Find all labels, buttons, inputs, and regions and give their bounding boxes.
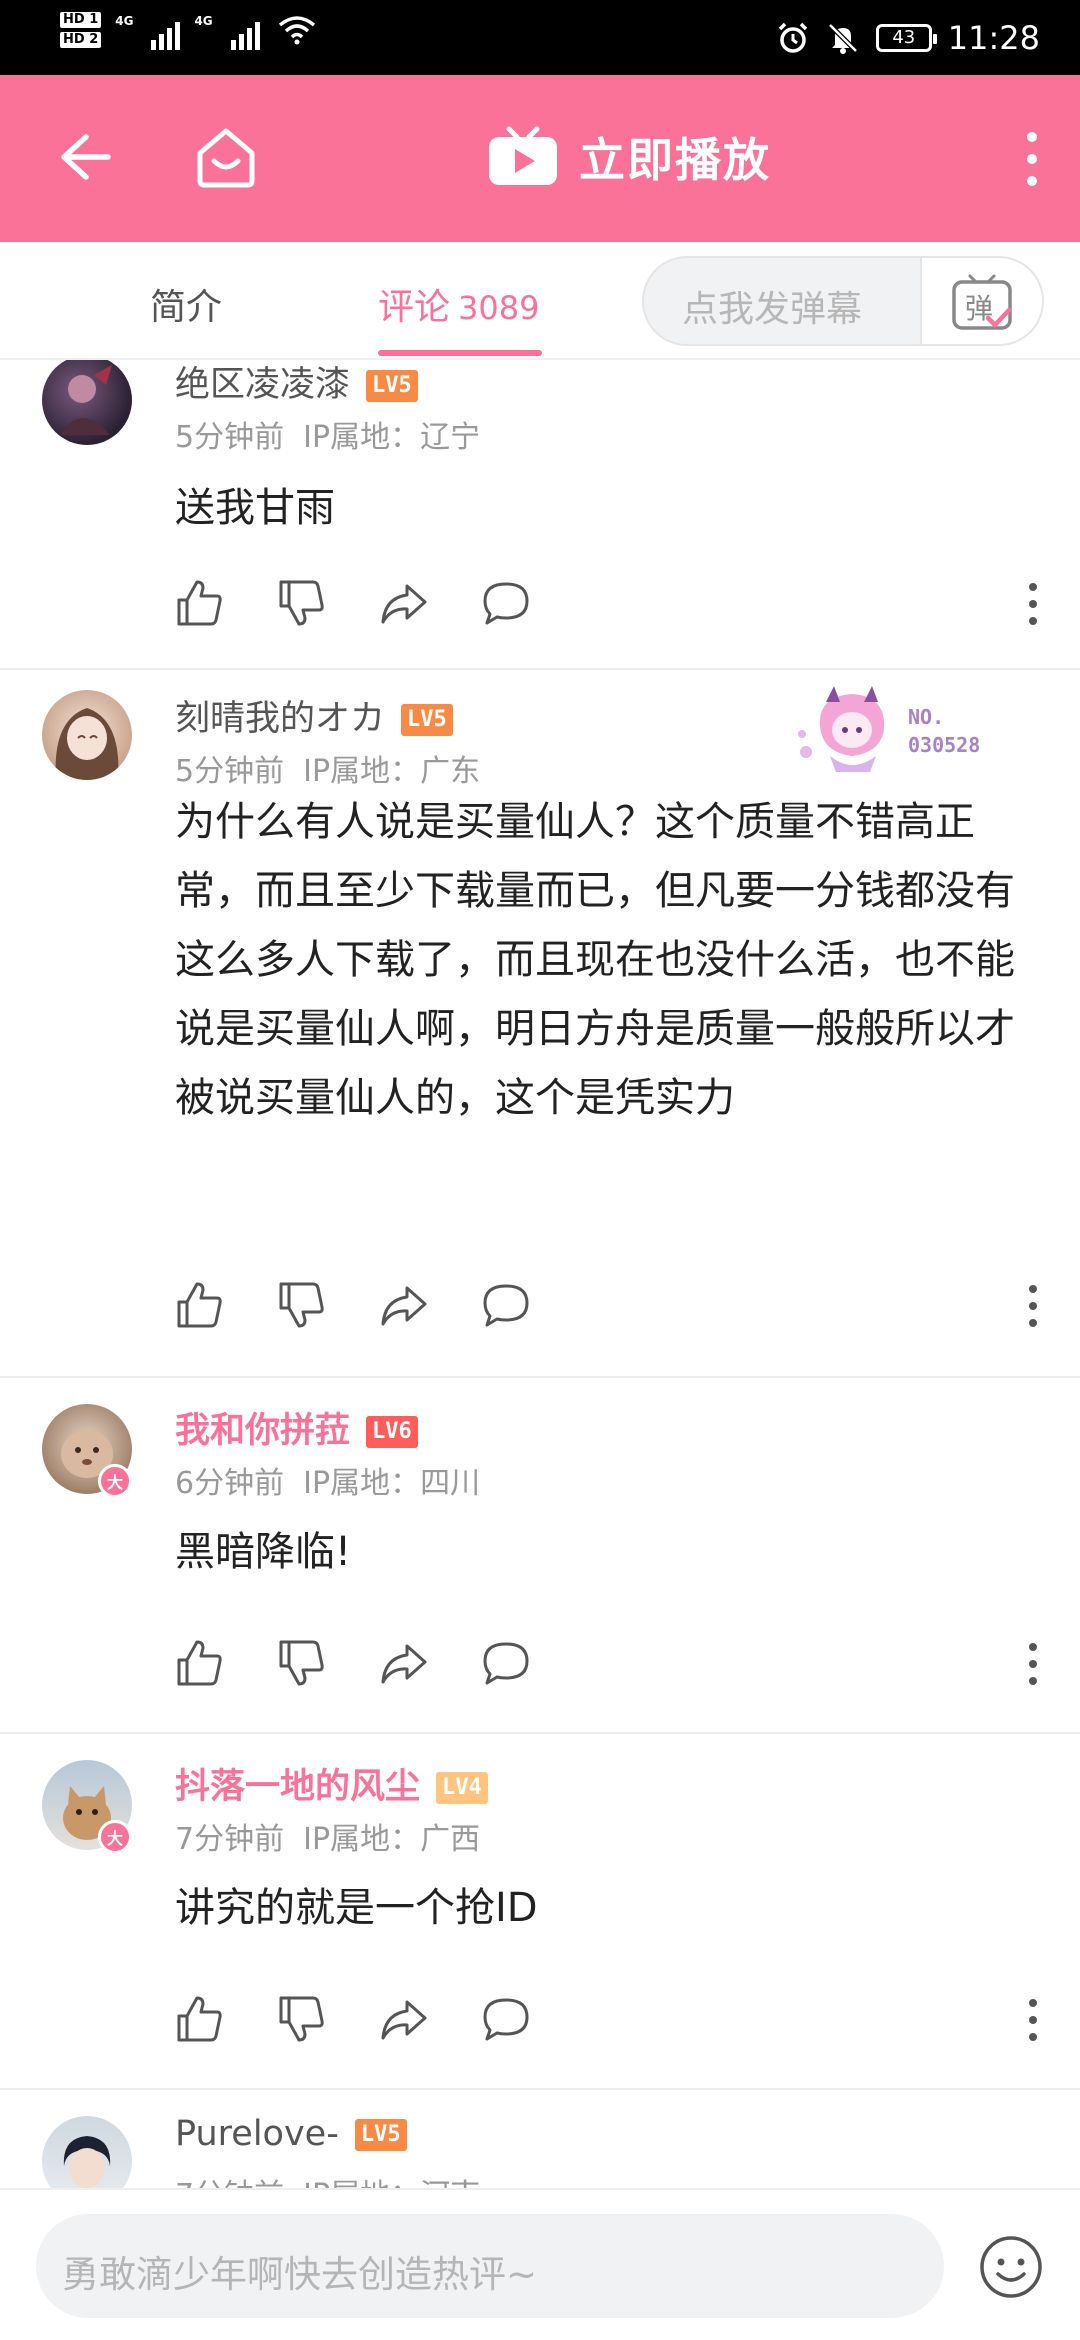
comment-meta: 7分钟前 IP属地：广西 (175, 1822, 481, 1857)
share-icon[interactable] (379, 1638, 429, 1688)
comment-list[interactable]: 绝区凌凌漆 LV5 5分钟前 IP属地：辽宁 送我甘雨 刻晴我的オカ LV5 5分钟… (0, 360, 1080, 2188)
comment-meta: 5分钟前 IP属地：广东 (175, 754, 481, 789)
more-vertical-icon[interactable] (1024, 131, 1040, 187)
comment-meta: 5分钟前 IP属地：辽宁 (175, 420, 481, 455)
comment-text: 送我甘雨 (175, 485, 335, 531)
share-icon[interactable] (379, 1280, 429, 1330)
danmaku-toggle-button[interactable]: 弹 (920, 258, 1042, 344)
tab-active-indicator (378, 350, 542, 356)
reply-icon[interactable] (481, 1638, 531, 1688)
signal-icon-2 (230, 10, 260, 50)
dislike-icon[interactable] (277, 1280, 327, 1330)
svg-text:030528: 030528 (908, 733, 980, 757)
comment-text: 黑暗降临! (175, 1529, 352, 1575)
reply-icon[interactable] (481, 578, 531, 628)
level-badge: LV5 (401, 704, 453, 736)
dislike-icon[interactable] (277, 1994, 327, 2044)
comment-item: 大 抖落一地的风尘 LV4 7分钟前 IP属地：广西 讲究的就是一个抢ID (0, 1736, 1080, 2090)
hd2-indicator: HD 2 (60, 32, 102, 48)
like-icon[interactable] (175, 1280, 225, 1330)
comment-actions (175, 1280, 1037, 1336)
mute-bell-icon (828, 22, 858, 54)
network-type-1: 4G (115, 14, 134, 28)
play-now-button[interactable]: 立即播放 (487, 117, 771, 197)
tab-bar: 简介 评论 3089 点我发弹幕 弹 (0, 242, 1080, 360)
dislike-icon[interactable] (277, 578, 327, 628)
comment-more-icon[interactable] (1027, 582, 1039, 626)
comment-item: 刻晴我的オカ LV5 5分钟前 IP属地：广东 NO. 030528 为什么有人说… (0, 670, 1080, 1378)
status-bar: HD 1 HD 2 4G 4G 43 11:28 (0, 0, 1080, 75)
comment-actions (175, 1994, 1037, 2050)
danmaku-icon: 弹 (952, 274, 1012, 330)
comment-text: 为什么有人说是买量仙人？这个质量不错高正常，而且至少下载量而已，但凡要一分钱都没… (175, 799, 1015, 1121)
reply-icon[interactable] (481, 1280, 531, 1330)
username[interactable]: 刻晴我的オカ LV5 (175, 690, 453, 741)
level-badge: LV4 (436, 1772, 488, 1804)
username[interactable]: 绝区凌凌漆 LV5 (175, 360, 418, 407)
avatar[interactable] (42, 360, 132, 445)
fan-medal: NO. 030528 (790, 682, 1010, 782)
comment-more-icon[interactable] (1027, 1998, 1039, 2042)
share-icon[interactable] (379, 1994, 429, 2044)
username[interactable]: 抖落一地的风尘 LV4 (175, 1758, 488, 1809)
tv-play-icon (489, 126, 557, 185)
comment-actions (175, 578, 1037, 634)
username[interactable]: Purelove- LV5 (175, 2114, 407, 2154)
signal-icon (151, 10, 181, 50)
comment-meta: 7分钟前 IP属地：河南 (175, 2170, 480, 2188)
like-icon[interactable] (175, 1994, 225, 2044)
like-icon[interactable] (175, 578, 225, 628)
comment-meta: 6分钟前 IP属地：四川 (175, 1466, 481, 1501)
like-icon[interactable] (175, 1638, 225, 1688)
vip-badge: 大 (98, 1820, 132, 1854)
share-icon[interactable] (379, 578, 429, 628)
comments-count: 3089 (458, 289, 540, 327)
network-type-2: 4G (194, 14, 213, 28)
level-badge: LV6 (366, 1416, 418, 1448)
level-badge: LV5 (354, 2119, 407, 2151)
comment-text: 讲究的就是一个抢ID (175, 1885, 538, 1931)
level-badge: LV5 (366, 370, 418, 402)
tab-intro[interactable]: 简介 (150, 278, 222, 330)
comment-more-icon[interactable] (1027, 1642, 1039, 1686)
home-icon[interactable] (192, 123, 260, 191)
comment-item: Purelove-LV5 7分钟前 IP属地：河南 (0, 2092, 1080, 2188)
comment-item: 绝区凌凌漆 LV5 5分钟前 IP属地：辽宁 送我甘雨 (0, 360, 1080, 670)
play-now-label: 立即播放 (579, 133, 771, 187)
comment-actions (175, 1638, 1037, 1694)
avatar[interactable] (42, 690, 132, 780)
hd1-indicator: HD 1 (60, 12, 102, 28)
emoji-icon[interactable] (978, 2234, 1044, 2300)
comment-item: 大 我和你拼菈 LV6 6分钟前 IP属地：四川 黑暗降临! (0, 1380, 1080, 1734)
danmaku-input[interactable]: 点我发弹幕 弹 (642, 256, 1044, 346)
vip-badge: 大 (98, 1464, 132, 1498)
dislike-icon[interactable] (277, 1638, 327, 1688)
comment-input-placeholder: 勇敢滴少年啊快去创造热评~ (62, 2253, 538, 2296)
tab-comments-label: 评论 (378, 287, 451, 328)
comment-input-bar: 勇敢滴少年啊快去创造热评~ (0, 2188, 1080, 2340)
tab-comments[interactable]: 评论 3089 (378, 278, 539, 330)
comment-input[interactable]: 勇敢滴少年啊快去创造热评~ (36, 2214, 944, 2318)
svg-text:NO.: NO. (908, 705, 944, 729)
battery-indicator: 43 (875, 23, 937, 52)
avatar[interactable] (42, 2116, 132, 2188)
alarm-icon (778, 22, 808, 53)
app-header: 立即播放 (0, 75, 1080, 242)
comment-more-icon[interactable] (1027, 1284, 1039, 1328)
clock: 11:28 (947, 18, 1040, 57)
back-arrow-icon[interactable] (52, 125, 116, 189)
danmaku-placeholder: 点我发弹幕 (682, 289, 863, 330)
username[interactable]: 我和你拼菈 LV6 (175, 1402, 418, 1453)
reply-icon[interactable] (481, 1994, 531, 2044)
wifi-icon (278, 16, 315, 45)
